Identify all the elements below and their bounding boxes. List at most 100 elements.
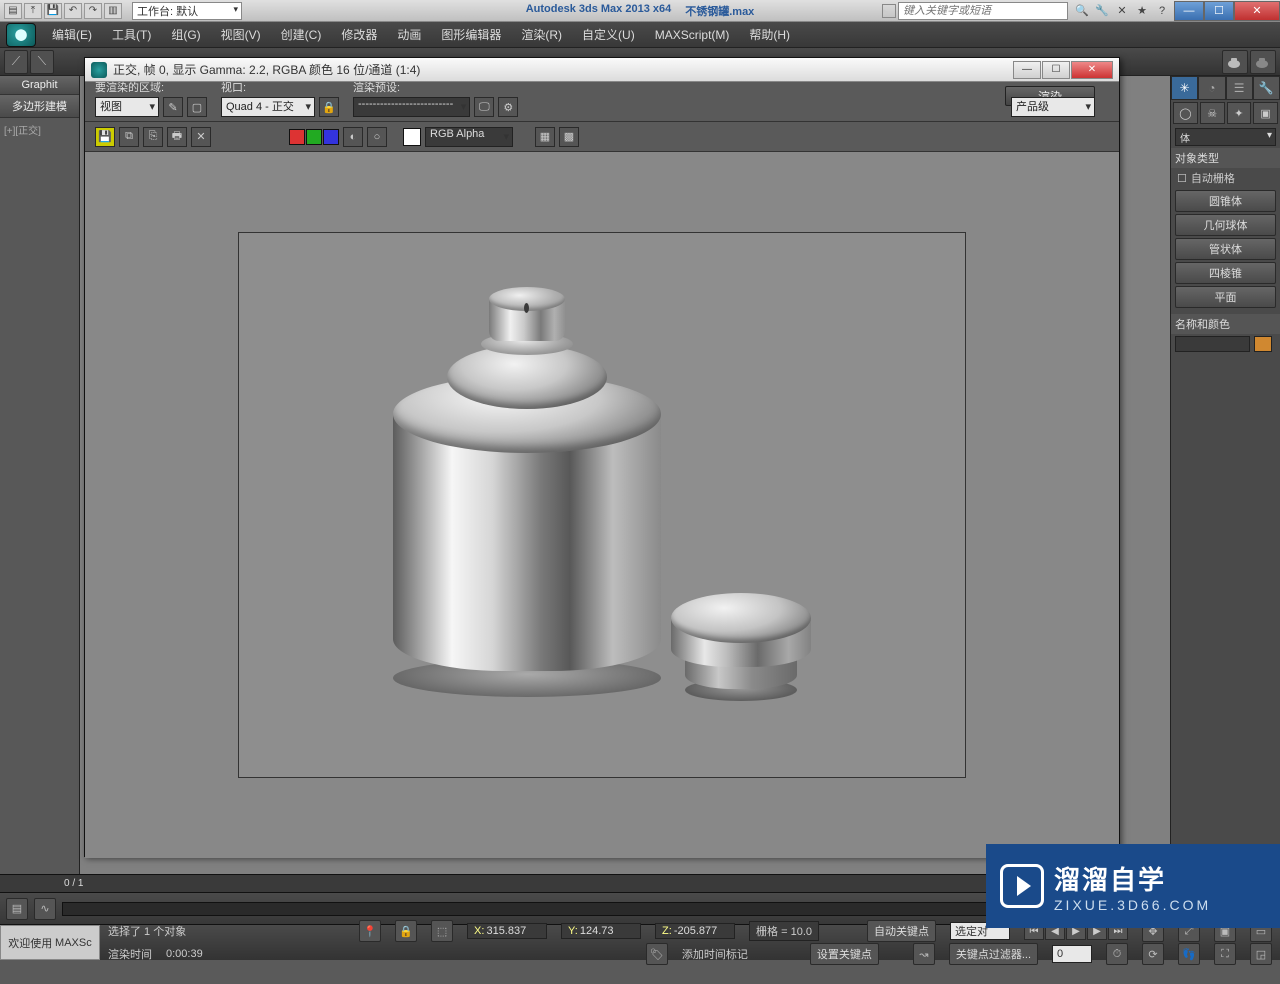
- rf-lock-icon[interactable]: 🔒: [319, 97, 339, 117]
- workspace-selector[interactable]: 工作台: 默认: [132, 2, 242, 20]
- qat-project-icon[interactable]: ▥: [104, 3, 122, 19]
- coord-x[interactable]: X:315.837: [467, 923, 547, 939]
- key-mode-icon[interactable]: ↝: [913, 943, 935, 965]
- rf-channel-select[interactable]: RGB Alpha: [425, 127, 513, 147]
- lock-icon[interactable]: 🔒: [395, 920, 417, 942]
- cmd-camera-icon[interactable]: ▣: [1253, 102, 1278, 124]
- btn-cone[interactable]: 圆锥体: [1175, 190, 1276, 212]
- nav-max-icon[interactable]: ⛶: [1214, 943, 1236, 965]
- btn-tube[interactable]: 管状体: [1175, 238, 1276, 260]
- menu-views[interactable]: 视图(V): [211, 23, 271, 47]
- welcome-tab[interactable]: 欢迎使用 MAXSc: [0, 925, 100, 960]
- search-arrow-icon[interactable]: ▸: [882, 4, 896, 18]
- rf-blue-toggle[interactable]: [323, 129, 339, 145]
- cmd-tab-create-icon[interactable]: ✳: [1171, 76, 1198, 100]
- object-name-input[interactable]: [1175, 336, 1250, 352]
- object-color-swatch[interactable]: [1254, 336, 1272, 352]
- coord-y[interactable]: Y:124.73: [561, 923, 641, 939]
- rf-overlay-b-icon[interactable]: ▩: [559, 127, 579, 147]
- search-icon[interactable]: 🔍: [1074, 3, 1090, 19]
- menu-edit[interactable]: 编辑(E): [42, 23, 102, 47]
- rf-copy-icon[interactable]: ⧉: [119, 127, 139, 147]
- cmd-tab-hierarchy-icon[interactable]: ☰: [1226, 76, 1253, 100]
- qat-open-icon[interactable]: ⤒: [24, 3, 42, 19]
- keyfilter-button[interactable]: 关键点过滤器...: [949, 943, 1038, 965]
- autokey-button[interactable]: 自动关键点: [867, 920, 936, 942]
- qat-save-icon[interactable]: 💾: [44, 3, 62, 19]
- menu-group[interactable]: 组(G): [161, 23, 210, 47]
- rf-maximize-button[interactable]: ☐: [1042, 61, 1070, 79]
- minimize-button[interactable]: —: [1174, 1, 1204, 21]
- rf-minimize-button[interactable]: —: [1013, 61, 1041, 79]
- cmd-geom-icon[interactable]: ◯: [1173, 102, 1198, 124]
- add-time-marker[interactable]: 添加时间标记: [682, 946, 748, 962]
- close-button[interactable]: ✕: [1234, 1, 1280, 21]
- coord-z[interactable]: Z:-205.877: [655, 923, 735, 939]
- qat-new-icon[interactable]: ▤: [4, 3, 22, 19]
- qat-undo-icon[interactable]: ↶: [64, 3, 82, 19]
- rf-mono-toggle[interactable]: ○: [367, 127, 387, 147]
- time-tag-icon[interactable]: 🏷: [646, 943, 668, 965]
- render-setup-icon[interactable]: [1222, 50, 1248, 74]
- autogrid-checkbox[interactable]: ☐自动栅格: [1171, 168, 1280, 188]
- time-config-icon[interactable]: ⏱: [1106, 943, 1128, 965]
- menu-tools[interactable]: 工具(T): [102, 23, 161, 47]
- nav-minmax-icon[interactable]: ◲: [1250, 943, 1272, 965]
- rf-close-button[interactable]: ✕: [1071, 61, 1113, 79]
- menu-modifiers[interactable]: 修改器: [331, 23, 387, 47]
- key-icon[interactable]: 🔧: [1094, 3, 1110, 19]
- workspace-label[interactable]: 工作台: 默认: [132, 2, 242, 20]
- menu-help[interactable]: 帮助(H): [739, 23, 800, 47]
- rf-preset-select[interactable]: --------------------------: [353, 97, 470, 117]
- rf-overlay-a-icon[interactable]: ▦: [535, 127, 555, 147]
- cmd-shapes-icon[interactable]: ☠: [1200, 102, 1225, 124]
- rf-production-select[interactable]: 产品级: [1011, 97, 1095, 117]
- rf-rendersetup-icon[interactable]: 🖵: [474, 97, 494, 117]
- setkey-button[interactable]: 设置关键点: [810, 943, 879, 965]
- rf-area-select[interactable]: 视图: [95, 97, 159, 117]
- ribbon-tab-graphite[interactable]: Graphit: [0, 76, 79, 95]
- maximize-button[interactable]: ☐: [1204, 1, 1234, 21]
- select-link-icon[interactable]: ⟋: [4, 50, 28, 74]
- btn-pyramid[interactable]: 四棱锥: [1175, 262, 1276, 284]
- rf-canvas[interactable]: [85, 152, 1119, 858]
- rf-area-edit-icon[interactable]: ✎: [163, 97, 183, 117]
- menu-customize[interactable]: 自定义(U): [572, 23, 645, 47]
- star-icon[interactable]: ★: [1134, 3, 1150, 19]
- rf-area-region-icon[interactable]: ▢: [187, 97, 207, 117]
- qat-redo-icon[interactable]: ↷: [84, 3, 102, 19]
- menu-rendering[interactable]: 渲染(R): [511, 23, 572, 47]
- menu-animation[interactable]: 动画: [387, 23, 431, 47]
- search-input[interactable]: [898, 2, 1068, 20]
- rf-print-icon[interactable]: 🖶: [167, 127, 187, 147]
- app-logo-icon[interactable]: ⬤: [6, 23, 36, 47]
- rf-green-toggle[interactable]: [306, 129, 322, 145]
- ribbon-tab-polymodel[interactable]: 多边形建模: [0, 95, 79, 118]
- cmd-category-dropdown[interactable]: 体: [1175, 128, 1276, 146]
- rf-alpha-toggle[interactable]: ◐: [343, 127, 363, 147]
- cmd-tab-utilities-icon[interactable]: 🔧: [1253, 76, 1280, 100]
- menu-grapheditors[interactable]: 图形编辑器: [431, 23, 511, 47]
- rf-save-icon[interactable]: 💾: [95, 127, 115, 147]
- exchange-icon[interactable]: ✕: [1114, 3, 1130, 19]
- nav-orbit-icon[interactable]: ⟳: [1142, 943, 1164, 965]
- current-frame-input[interactable]: [1052, 945, 1092, 963]
- menu-maxscript[interactable]: MAXScript(M): [645, 23, 740, 47]
- trackbar-toggle-icon[interactable]: ▤: [6, 898, 28, 920]
- rf-clear-icon[interactable]: ✕: [191, 127, 211, 147]
- menu-create[interactable]: 创建(C): [271, 23, 332, 47]
- cmd-lights-icon[interactable]: ✦: [1227, 102, 1252, 124]
- rf-viewport-select[interactable]: Quad 4 - 正交: [221, 97, 315, 117]
- iso-icon[interactable]: ⬚: [431, 920, 453, 942]
- btn-plane[interactable]: 平面: [1175, 286, 1276, 308]
- unlink-icon[interactable]: ⟍: [30, 50, 54, 74]
- nav-walk-icon[interactable]: 👣: [1178, 943, 1200, 965]
- cmd-tab-modify-icon[interactable]: ◔: [1198, 76, 1225, 100]
- rf-red-toggle[interactable]: [289, 129, 305, 145]
- rf-clone-icon[interactable]: ⎘: [143, 127, 163, 147]
- help-icon[interactable]: ?: [1154, 3, 1170, 19]
- btn-geosphere[interactable]: 几何球体: [1175, 214, 1276, 236]
- viewport-label[interactable]: [+][正交]: [0, 118, 79, 141]
- lock-selection-icon[interactable]: 📍: [359, 920, 381, 942]
- render-prod-icon[interactable]: [1250, 50, 1276, 74]
